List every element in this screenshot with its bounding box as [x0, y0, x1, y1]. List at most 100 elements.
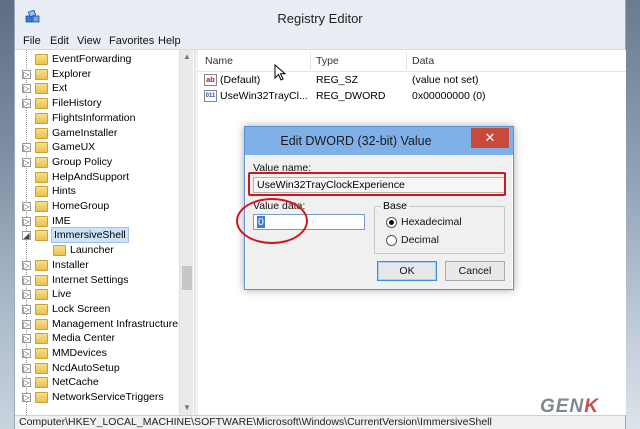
folder-icon: [35, 259, 48, 271]
ok-button[interactable]: OK: [377, 261, 437, 281]
expand-arrow-icon[interactable]: ▷: [22, 202, 31, 211]
folder-icon: [35, 318, 48, 330]
column-separator[interactable]: [406, 52, 407, 70]
folder-icon: [35, 171, 48, 183]
expand-arrow-icon[interactable]: ▷: [22, 260, 31, 270]
value-type: REG_SZ: [316, 74, 359, 86]
expand-arrow-icon[interactable]: ▷: [22, 216, 31, 226]
value-type: REG_DWORD: [316, 90, 386, 102]
folder-icon: [35, 215, 48, 227]
menu-favorites[interactable]: Favorites: [109, 35, 154, 47]
menu-view[interactable]: View: [77, 35, 101, 47]
expand-arrow-icon[interactable]: ▷: [22, 393, 31, 403]
tree-item[interactable]: ▷ GameUX: [15, 140, 167, 155]
column-header-name[interactable]: Name: [205, 55, 233, 69]
hexadecimal-radio[interactable]: [386, 217, 397, 228]
expand-arrow-icon[interactable]: ▷: [22, 290, 31, 300]
list-row[interactable]: 011 UseWin32TrayCl... REG_DWORD 0x000000…: [198, 88, 626, 104]
tree-item[interactable]: ◢ ImmersiveShell: [15, 227, 167, 244]
close-icon[interactable]: ✕: [471, 128, 509, 148]
title-bar[interactable]: Registry Editor: [15, 0, 625, 36]
tree-item[interactable]: Hints: [15, 184, 167, 199]
tree-item[interactable]: ▷ Group Policy: [15, 155, 167, 170]
tree-item[interactable]: ▷ NetworkServiceTriggers: [15, 390, 167, 405]
tree-item[interactable]: HelpAndSupport: [15, 170, 167, 185]
highlight-box-value-name: [248, 172, 506, 196]
folder-icon: [35, 303, 48, 315]
scrollbar-thumb[interactable]: [182, 266, 192, 290]
expand-arrow-icon[interactable]: ▷: [22, 378, 31, 388]
tree-item-label: EventForwarding: [52, 53, 132, 65]
tree-item-label: Internet Settings: [52, 273, 129, 286]
watermark-text: GEN: [540, 396, 585, 417]
tree-item-label: HomeGroup: [52, 200, 110, 212]
tree-item[interactable]: ▷ Live: [15, 287, 167, 302]
expand-arrow-icon[interactable]: ▷: [22, 99, 31, 109]
tree-scrollbar[interactable]: ▲ ▼: [179, 50, 193, 415]
tree-item[interactable]: ▷ Explorer: [15, 67, 167, 82]
expand-arrow-icon[interactable]: ▷: [22, 143, 31, 153]
tree-item[interactable]: ▷ IME: [15, 214, 167, 229]
hexadecimal-label[interactable]: Hexadecimal: [401, 216, 462, 228]
expand-arrow-icon[interactable]: ▷: [22, 319, 31, 329]
column-header-data[interactable]: Data: [412, 55, 434, 69]
expand-arrow-icon[interactable]: ▷: [22, 157, 31, 167]
menu-edit[interactable]: Edit: [50, 35, 69, 47]
folder-icon: [35, 289, 48, 301]
tree-item-label: MMDevices: [52, 347, 107, 359]
list-row[interactable]: ab (Default) REG_SZ (value not set): [198, 72, 626, 88]
tree-item[interactable]: ▷ NetCache: [15, 375, 167, 390]
tree-item[interactable]: ▷ Lock Screen: [15, 302, 167, 317]
menu-file[interactable]: File: [23, 35, 41, 47]
tree-item[interactable]: ▷ FileHistory: [15, 96, 167, 111]
mouse-cursor-icon: [274, 64, 287, 81]
column-header-type[interactable]: Type: [316, 55, 339, 69]
cancel-button[interactable]: Cancel: [445, 261, 505, 281]
tree-item[interactable]: ▷ Ext: [15, 81, 167, 96]
folder-icon: [35, 230, 48, 242]
collapse-arrow-icon[interactable]: ◢: [22, 231, 31, 241]
expand-arrow-icon[interactable]: ▷: [22, 334, 31, 344]
tree-item[interactable]: ▷ Installer: [15, 258, 167, 273]
scroll-up-arrow-icon[interactable]: ▲: [180, 50, 194, 64]
tree-item[interactable]: ▷ Management Infrastructure: [15, 317, 178, 332]
folder-icon: [35, 68, 48, 80]
tree-item-label: Ext: [52, 82, 68, 95]
expand-arrow-icon[interactable]: ▷: [22, 304, 31, 314]
tree-item[interactable]: ▷ MMDevices: [15, 346, 167, 361]
menu-bar: File Edit View Favorites Help: [15, 34, 625, 50]
tree-item[interactable]: FlightsInformation: [15, 111, 167, 126]
menu-help[interactable]: Help: [158, 35, 181, 47]
folder-icon: [35, 392, 48, 404]
expand-arrow-icon[interactable]: ▷: [22, 363, 31, 373]
scroll-down-arrow-icon[interactable]: ▼: [180, 401, 194, 415]
column-separator[interactable]: [310, 52, 311, 70]
tree-item-label: IME: [52, 214, 71, 227]
list-header: Name Type Data: [198, 50, 626, 72]
tree-item-label: Media Center: [52, 332, 116, 345]
tree-item-label: Lock Screen: [52, 302, 111, 315]
expand-arrow-icon[interactable]: ▷: [22, 84, 31, 94]
decimal-label[interactable]: Decimal: [401, 234, 439, 246]
tree-item[interactable]: GameInstaller: [15, 126, 167, 141]
registry-key-tree[interactable]: EventForwarding ▷ Explorer ▷ Ext ▷ FileHistory…: [15, 50, 179, 415]
binary-value-icon: 011: [204, 90, 217, 102]
decimal-radio[interactable]: [386, 235, 397, 246]
tree-item-label: NetCache: [52, 376, 99, 389]
tree-item[interactable]: Launcher: [15, 243, 167, 258]
tree-item[interactable]: ▷ Internet Settings: [15, 273, 167, 288]
tree-item[interactable]: ▷ Media Center: [15, 331, 167, 346]
expand-arrow-icon[interactable]: ▷: [22, 69, 31, 79]
folder-icon: [53, 245, 66, 257]
tree-item[interactable]: EventForwarding: [15, 52, 167, 67]
folder-icon: [35, 54, 48, 65]
tree-item[interactable]: ▷ NcdAutoSetup: [15, 361, 167, 376]
expand-arrow-icon[interactable]: ▷: [22, 275, 31, 285]
tree-item-label: NetworkServiceTriggers: [52, 391, 164, 404]
expand-arrow-icon[interactable]: ▷: [22, 349, 31, 358]
dialog-title-bar[interactable]: Edit DWORD (32-bit) Value ✕: [245, 127, 513, 155]
folder-icon: [35, 186, 48, 198]
base-groupbox: Base Hexadecimal Decimal: [374, 200, 505, 254]
tree-item-label: HelpAndSupport: [52, 170, 130, 183]
tree-item[interactable]: ▷ HomeGroup: [15, 199, 167, 214]
